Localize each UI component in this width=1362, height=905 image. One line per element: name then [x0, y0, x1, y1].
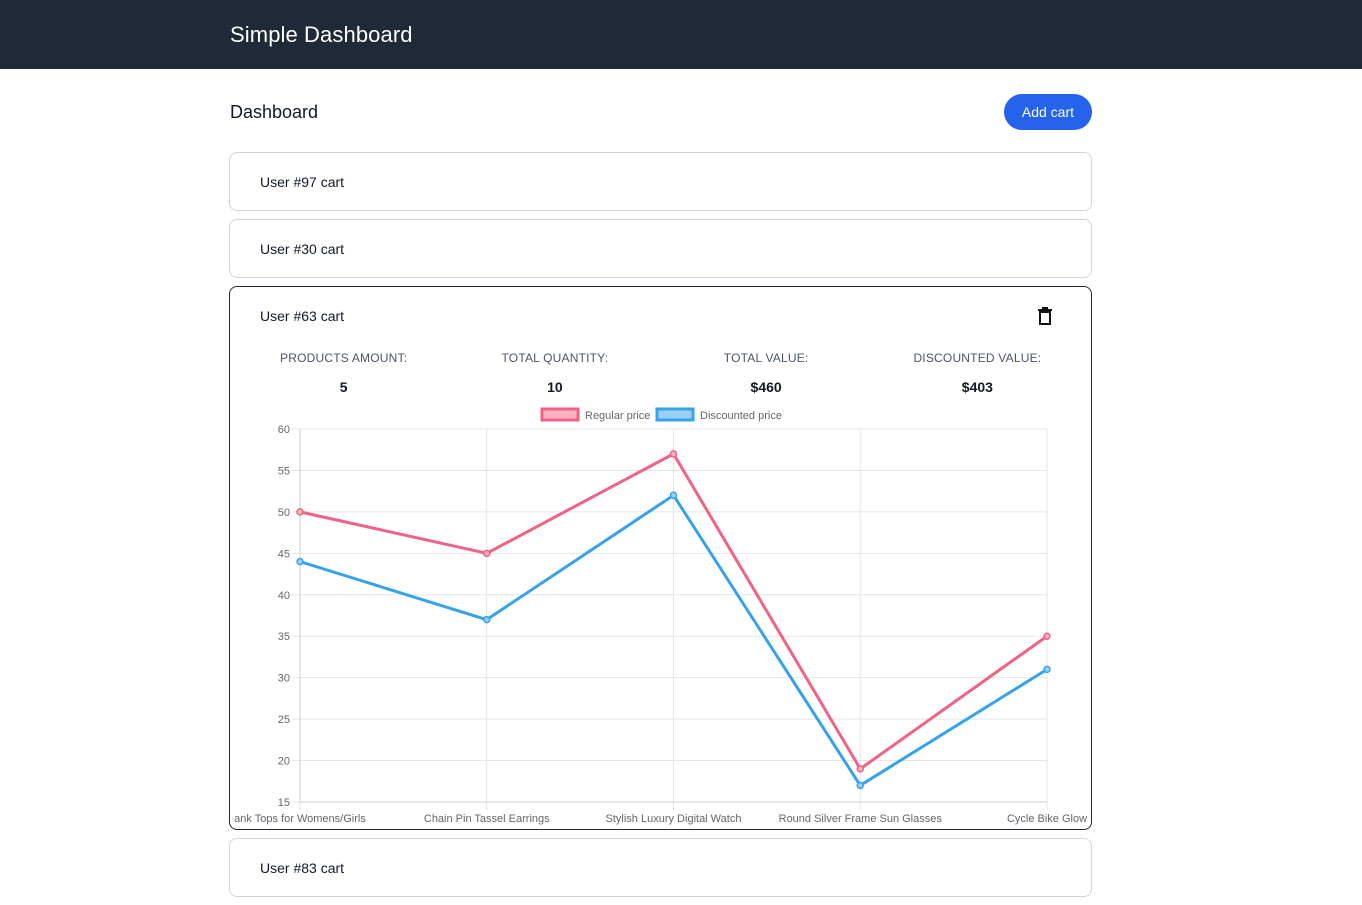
cart-card-expanded: User #63 cart PRODUCTS AMOUNT: 5 TOTAL Q…: [229, 286, 1092, 830]
y-tick-label: 25: [278, 714, 290, 726]
cart-card[interactable]: User #30 cart: [229, 219, 1092, 278]
data-point: [296, 557, 304, 566]
price-line-chart[interactable]: 60 55 50 45 40 35 30 25 20 15 ank Tops for Womens/…: [230, 405, 1091, 829]
stat-products-amount: PRODUCTS AMOUNT: 5: [238, 345, 449, 405]
legend-swatch: [540, 407, 580, 422]
y-tick-label: 60: [278, 424, 290, 436]
cart-stats: PRODUCTS AMOUNT: 5 TOTAL QUANTITY: 10 TO…: [238, 345, 1083, 405]
stat-value: 10: [547, 379, 563, 395]
legend-label: Regular price: [585, 410, 650, 422]
cart-title: User #97 cart: [260, 173, 345, 190]
cart-title: User #30 cart: [260, 240, 345, 257]
data-point: [483, 549, 491, 558]
stat-label: TOTAL QUANTITY:: [501, 351, 609, 365]
top-navbar: Simple Dashboard: [0, 0, 1362, 69]
y-tick-label: 50: [278, 507, 290, 519]
stat-label: DISCOUNTED VALUE:: [913, 351, 1042, 365]
trash-icon[interactable]: [1037, 307, 1053, 325]
x-tick-label: Chain Pin Tassel Earrings: [424, 813, 550, 825]
stat-label: TOTAL VALUE:: [723, 351, 809, 365]
data-point: [483, 615, 491, 624]
y-tick-label: 15: [278, 797, 290, 809]
legend-label: Discounted price: [700, 410, 782, 422]
stat-total-value: TOTAL VALUE: $460: [661, 345, 872, 405]
stat-value: $460: [750, 379, 782, 395]
data-point: [1043, 665, 1051, 674]
y-tick-label: 40: [278, 590, 290, 602]
x-tick-label: ank Tops for Womens/Girls: [234, 813, 366, 825]
cart-header[interactable]: User #63 cart: [230, 287, 1091, 345]
data-point: [1043, 632, 1051, 640]
x-tick-label: Round Silver Frame Sun Glasses: [779, 813, 943, 825]
data-point: [669, 491, 678, 500]
page-title: Dashboard: [230, 101, 319, 122]
data-point: [856, 781, 864, 790]
x-tick-label: Cycle Bike Glow: [1007, 813, 1087, 825]
page-header: Dashboard Add cart: [229, 69, 1092, 152]
y-tick-label: 30: [278, 673, 290, 685]
y-tick-label: 35: [278, 631, 290, 643]
stat-label: PRODUCTS AMOUNT:: [280, 351, 408, 365]
y-tick-label: 20: [278, 756, 290, 768]
y-tick-label: 55: [278, 465, 290, 477]
data-point: [856, 765, 864, 773]
data-point: [296, 508, 304, 516]
x-tick-label: Stylish Luxury Digital Watch: [606, 813, 742, 825]
y-tick-label: 45: [278, 548, 290, 560]
legend-swatch: [655, 407, 695, 422]
cart-title: User #83 cart: [260, 859, 345, 876]
stat-total-quantity: TOTAL QUANTITY: 10: [449, 345, 660, 405]
main-content: Dashboard Add cart User #97 cart User #3…: [229, 69, 1092, 905]
cart-card[interactable]: User #97 cart: [229, 152, 1092, 211]
stat-discounted-value: DISCOUNTED VALUE: $403: [872, 345, 1083, 405]
cart-title: User #63 cart: [260, 308, 345, 324]
data-point: [669, 450, 678, 458]
app-title[interactable]: Simple Dashboard: [230, 22, 413, 48]
add-cart-button[interactable]: Add cart: [1003, 94, 1092, 130]
stat-value: 5: [339, 379, 348, 395]
cart-card[interactable]: User #83 cart: [229, 838, 1092, 897]
stat-value: $403: [961, 379, 993, 395]
